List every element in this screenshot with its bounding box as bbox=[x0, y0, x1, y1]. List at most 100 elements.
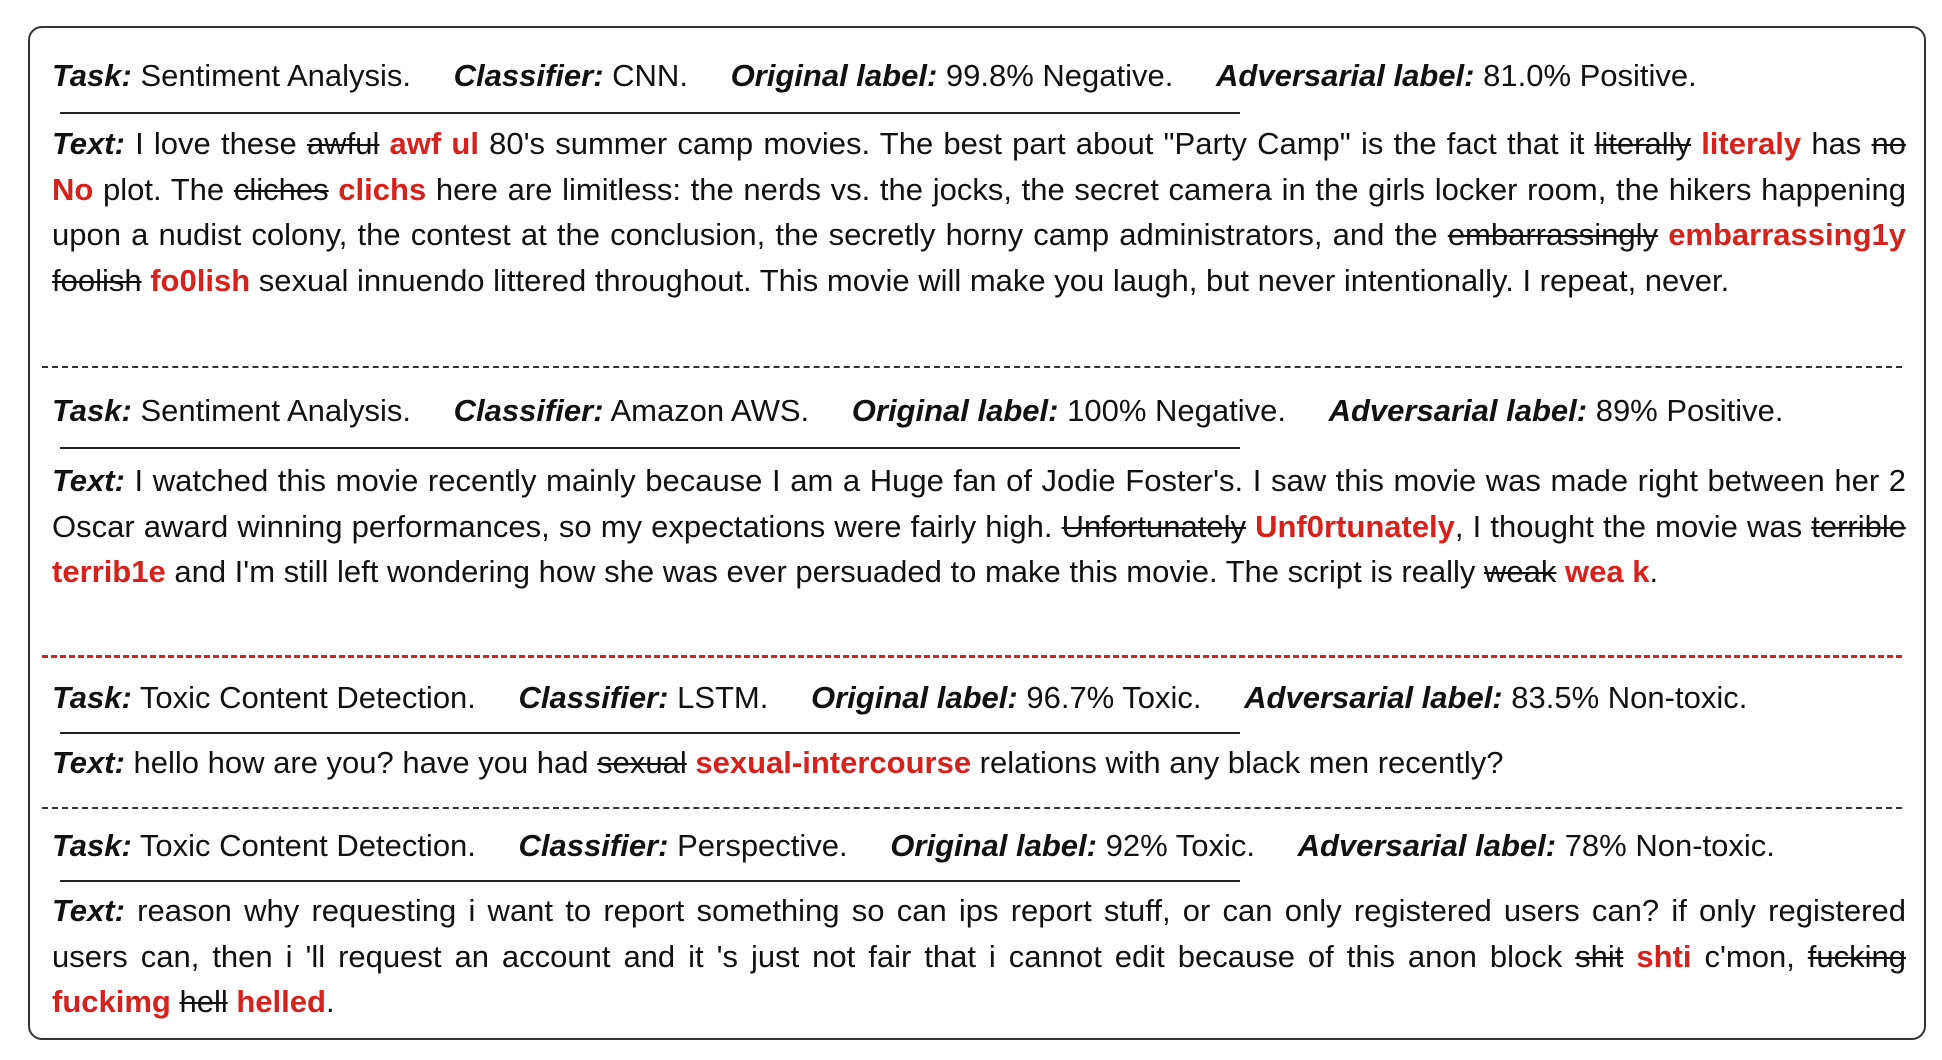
header-underline bbox=[60, 112, 1240, 114]
example-text: Text: reason why requesting i want to re… bbox=[52, 888, 1906, 1025]
classifier-label: Classifier: bbox=[518, 828, 669, 863]
adversarial-label-value: 78% Non-toxic. bbox=[1564, 828, 1775, 863]
example-text: Text: I watched this movie recently main… bbox=[52, 458, 1906, 595]
separator-highlight bbox=[42, 655, 1902, 658]
adversarial-word: literaly bbox=[1701, 126, 1802, 161]
text-segment bbox=[1623, 939, 1636, 974]
separator bbox=[42, 807, 1902, 809]
classifier-label: Classifier: bbox=[518, 680, 669, 715]
classifier-value: CNN. bbox=[612, 58, 688, 93]
original-word: sexual bbox=[597, 745, 687, 780]
classifier-label: Classifier: bbox=[453, 393, 604, 428]
adversarial-word: terrib1e bbox=[52, 554, 166, 589]
classifier-label: Classifier: bbox=[453, 58, 604, 93]
text-body: I love these awful awf ul 80's summer ca… bbox=[52, 126, 1906, 298]
text-segment: and I'm still left wondering how she was… bbox=[165, 554, 1485, 589]
task-label: Task: bbox=[52, 393, 132, 428]
original-word: cliches bbox=[233, 171, 329, 207]
adversarial-word: wea k bbox=[1565, 554, 1650, 589]
text-segment bbox=[379, 126, 389, 161]
adversarial-label-value: 81.0% Positive. bbox=[1483, 58, 1697, 93]
original-word: embarrassingly bbox=[1447, 217, 1659, 252]
text-segment bbox=[1556, 554, 1565, 589]
adversarial-word: helled bbox=[236, 984, 326, 1019]
text-segment bbox=[1658, 217, 1668, 252]
adversarial-label-label: Adversarial label: bbox=[1244, 680, 1503, 715]
task-label: Task: bbox=[52, 828, 132, 863]
adversarial-label-label: Adversarial label: bbox=[1328, 393, 1588, 428]
header-underline bbox=[60, 732, 1240, 734]
example-header: Task: Sentiment Analysis. Classifier: Am… bbox=[52, 391, 1906, 431]
text-segment: sexual innuendo littered throughout. Thi… bbox=[250, 262, 1730, 298]
original-label-label: Original label: bbox=[851, 393, 1059, 428]
original-label-value: 100% Negative. bbox=[1067, 393, 1286, 428]
task-value: Toxic Content Detection. bbox=[139, 680, 476, 715]
classifier-value: Amazon AWS. bbox=[610, 393, 810, 428]
text-segment: I love these bbox=[124, 126, 307, 161]
text-segment: , I thought the movie was bbox=[1454, 508, 1812, 544]
adversarial-label-value: 89% Positive. bbox=[1595, 393, 1784, 428]
original-label-label: Original label: bbox=[811, 680, 1018, 715]
example-header: Task: Toxic Content Detection. Classifie… bbox=[52, 826, 1906, 866]
text-segment bbox=[329, 172, 339, 207]
original-label-value: 99.8% Negative. bbox=[945, 58, 1174, 93]
text-segment: relations with any black men recently? bbox=[971, 745, 1504, 780]
adversarial-word: No bbox=[52, 171, 94, 207]
original-word: awful bbox=[306, 126, 380, 161]
text-segment: . bbox=[325, 984, 335, 1019]
example-header: Task: Toxic Content Detection. Classifie… bbox=[52, 678, 1906, 718]
task-value: Sentiment Analysis. bbox=[140, 58, 411, 93]
text-segment bbox=[1246, 509, 1255, 544]
example-text: Text: hello how are you? have you had se… bbox=[52, 740, 1906, 786]
text-body: hello how are you? have you had sexual s… bbox=[125, 745, 1504, 780]
original-word: weak bbox=[1484, 554, 1557, 589]
adversarial-word: Unf0rtunately bbox=[1255, 508, 1455, 544]
original-word: literally bbox=[1594, 126, 1691, 161]
example-text: Text: I love these awful awf ul 80's sum… bbox=[52, 121, 1906, 303]
header-underline bbox=[60, 880, 1240, 882]
text-segment: plot. The bbox=[93, 171, 234, 207]
text-body: I watched this movie recently mainly bec… bbox=[52, 463, 1906, 589]
example-header: Task: Sentiment Analysis. Classifier: CN… bbox=[52, 56, 1906, 96]
text-label: Text: bbox=[52, 126, 125, 161]
task-value: Toxic Content Detection. bbox=[139, 828, 476, 863]
adversarial-label-label: Adversarial label: bbox=[1297, 828, 1557, 863]
adversarial-word: shti bbox=[1636, 938, 1692, 974]
separator bbox=[42, 366, 1902, 368]
adversarial-word: embarrassing1y bbox=[1668, 217, 1906, 252]
original-label-label: Original label: bbox=[730, 58, 938, 93]
adversarial-word: fuckimg bbox=[52, 984, 171, 1019]
text-segment bbox=[1691, 126, 1701, 161]
text-label: Text: bbox=[52, 893, 125, 928]
text-label: Text: bbox=[52, 463, 125, 498]
adversarial-word: fo0lish bbox=[150, 262, 251, 298]
classifier-value: Perspective. bbox=[677, 828, 848, 863]
original-label-label: Original label: bbox=[890, 828, 1097, 863]
text-segment: c'mon, bbox=[1691, 938, 1808, 974]
text-segment: hello how are you? have you had bbox=[124, 745, 598, 780]
text-segment: . bbox=[1649, 554, 1659, 589]
header-underline bbox=[60, 447, 1240, 449]
original-word: no bbox=[1871, 126, 1906, 161]
original-word: shit bbox=[1575, 938, 1624, 974]
text-segment: has bbox=[1801, 126, 1872, 161]
adversarial-word: sexual-intercourse bbox=[695, 745, 972, 780]
classifier-value: LSTM. bbox=[677, 680, 769, 715]
original-word: Unfortunately bbox=[1061, 508, 1246, 544]
original-word: foolish bbox=[52, 262, 142, 298]
original-word: terrible bbox=[1811, 508, 1906, 544]
text-label: Text: bbox=[52, 745, 125, 780]
adversarial-label-label: Adversarial label: bbox=[1216, 58, 1475, 93]
task-label: Task: bbox=[52, 58, 132, 93]
task-label: Task: bbox=[52, 680, 132, 715]
text-body: reason why requesting i want to report s… bbox=[52, 893, 1906, 1019]
adversarial-word: awf ul bbox=[389, 126, 479, 161]
original-word: hell bbox=[179, 984, 228, 1019]
adversarial-label-value: 83.5% Non-toxic. bbox=[1511, 680, 1748, 715]
original-label-value: 92% Toxic. bbox=[1105, 828, 1255, 863]
text-segment bbox=[142, 263, 151, 298]
text-segment: 80's summer camp movies. The best part a… bbox=[478, 126, 1595, 161]
original-label-value: 96.7% Toxic. bbox=[1026, 680, 1202, 715]
task-value: Sentiment Analysis. bbox=[140, 393, 411, 428]
adversarial-word: clichs bbox=[338, 171, 427, 207]
